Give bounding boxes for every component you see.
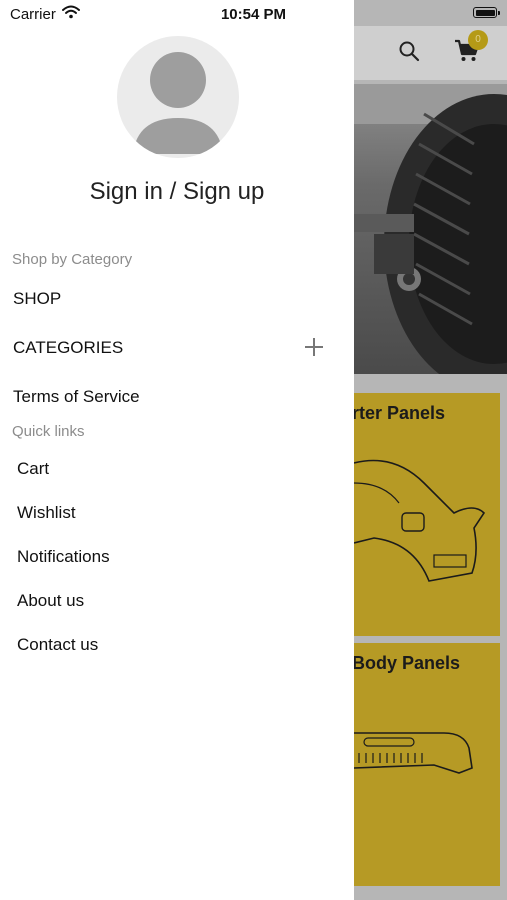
category-card-body-panels[interactable]: Body Panels — [354, 643, 500, 886]
sign-in-link[interactable]: Sign in / Sign up — [0, 178, 354, 206]
category-card-title: Body Panels — [354, 653, 461, 673]
menu-item-categories[interactable]: CATEGORIES — [13, 338, 123, 358]
quarter-panel-drawing — [354, 459, 486, 582]
battery-icon — [473, 7, 500, 18]
quick-link-cart[interactable]: Cart — [17, 459, 49, 479]
quick-link-wishlist[interactable]: Wishlist — [17, 503, 76, 523]
background-app[interactable]: 0 rter Panels Body Panels — [354, 0, 507, 900]
menu-item-shop[interactable]: SHOP — [13, 289, 61, 309]
status-bar: Carrier 10:54 PM — [0, 0, 507, 28]
menu-item-terms-of-service[interactable]: Terms of Service — [13, 387, 140, 407]
expand-plus-icon[interactable] — [305, 338, 323, 356]
body-panel-drawing — [354, 732, 473, 774]
app-header: 0 — [354, 26, 507, 80]
category-card-quarter-panels[interactable]: rter Panels — [354, 393, 500, 636]
shop-by-category-label: Shop by Category — [12, 251, 133, 268]
quick-link-notifications[interactable]: Notifications — [17, 547, 110, 567]
quick-link-about-us[interactable]: About us — [17, 591, 84, 611]
hero-tire-image — [354, 84, 507, 374]
status-time: 10:54 PM — [220, 6, 287, 23]
navigation-drawer: Sign in / Sign up Shop by Category SHOP … — [0, 0, 354, 900]
user-avatar-icon[interactable] — [117, 36, 239, 158]
quick-links-label: Quick links — [12, 423, 85, 440]
cart-count-badge: 0 — [468, 30, 488, 50]
quick-link-contact-us[interactable]: Contact us — [17, 635, 98, 655]
category-card-title: rter Panels — [354, 403, 446, 423]
search-icon[interactable] — [398, 40, 420, 62]
